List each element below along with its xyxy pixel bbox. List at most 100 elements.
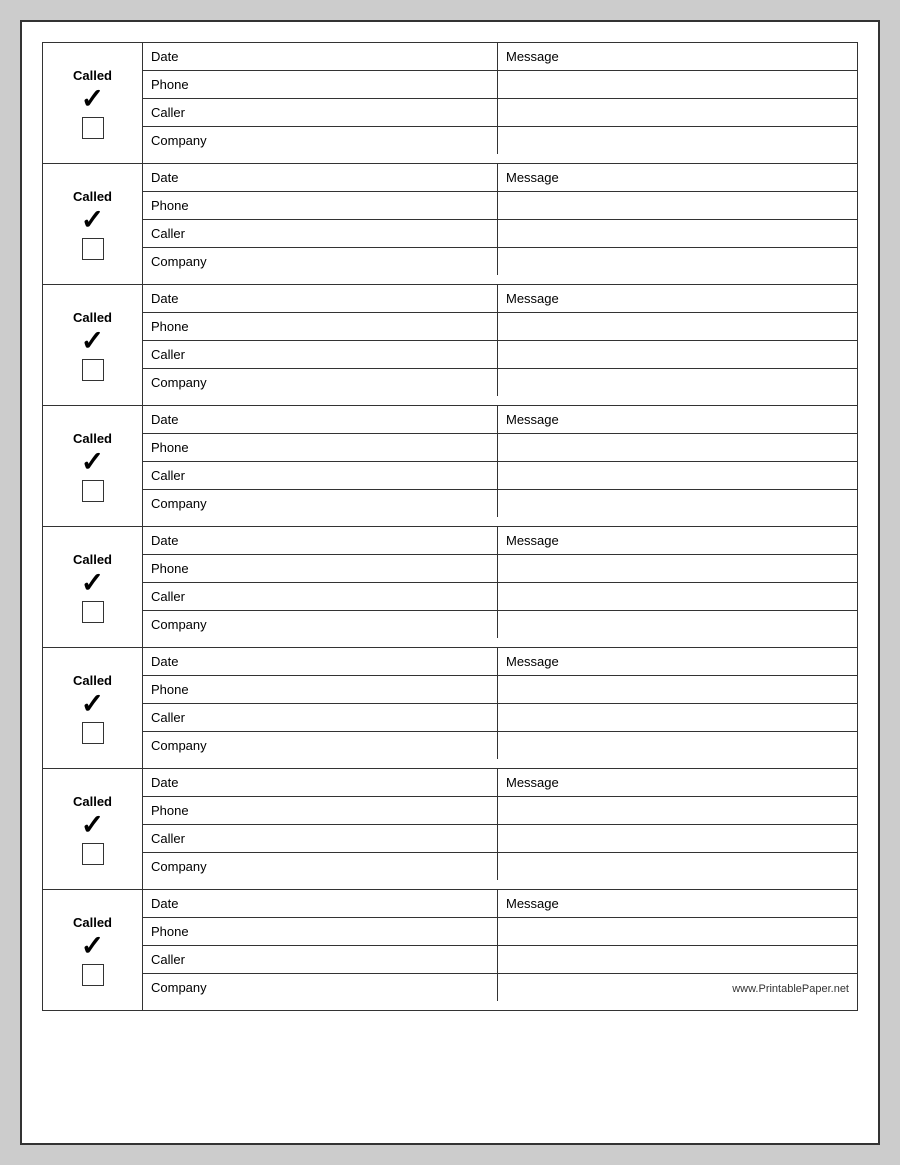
caller-label-1: Caller	[143, 220, 498, 247]
message-label-0: Message	[498, 43, 857, 70]
checkbox-1[interactable]	[82, 238, 104, 260]
date-message-row-6: Date Message	[143, 769, 857, 797]
checkbox-0[interactable]	[82, 117, 104, 139]
called-label-7: Called	[73, 915, 112, 930]
checkmark-0: ✓	[81, 85, 104, 113]
caller-row-1: Caller	[143, 220, 857, 248]
checkmark-2: ✓	[81, 327, 104, 355]
phone-value-5	[498, 676, 857, 703]
caller-row-3: Caller	[143, 462, 857, 490]
date-label-2: Date	[143, 285, 498, 312]
phone-value-0	[498, 71, 857, 98]
caller-label-4: Caller	[143, 583, 498, 610]
message-label-2: Message	[498, 285, 857, 312]
caller-value-2	[498, 341, 857, 368]
company-value-1	[498, 248, 857, 275]
company-label-0: Company	[143, 127, 498, 154]
phone-label-0: Phone	[143, 71, 498, 98]
caller-value-5	[498, 704, 857, 731]
record-block-6: Called ✓ Date Message Phone Caller	[43, 769, 857, 890]
caller-label-2: Caller	[143, 341, 498, 368]
form-container: Called ✓ Date Message Phone Caller	[42, 42, 858, 1011]
right-panel-3: Date Message Phone Caller Company	[143, 406, 857, 526]
checkbox-2[interactable]	[82, 359, 104, 381]
phone-label-7: Phone	[143, 918, 498, 945]
right-panel-0: Date Message Phone Caller Company	[143, 43, 857, 163]
right-panel-5: Date Message Phone Caller Company	[143, 648, 857, 768]
watermark: www.PrintablePaper.net	[732, 983, 849, 995]
date-message-row-1: Date Message	[143, 164, 857, 192]
phone-label-2: Phone	[143, 313, 498, 340]
called-label-3: Called	[73, 431, 112, 446]
date-message-row-3: Date Message	[143, 406, 857, 434]
checkbox-5[interactable]	[82, 722, 104, 744]
left-panel-4: Called ✓	[43, 527, 143, 647]
company-value-5	[498, 732, 857, 759]
company-row-5: Company	[143, 732, 857, 759]
company-row-0: Company	[143, 127, 857, 154]
left-panel-3: Called ✓	[43, 406, 143, 526]
date-label-6: Date	[143, 769, 498, 796]
checkbox-7[interactable]	[82, 964, 104, 986]
checkbox-3[interactable]	[82, 480, 104, 502]
phone-value-4	[498, 555, 857, 582]
right-panel-4: Date Message Phone Caller Company	[143, 527, 857, 647]
date-label-1: Date	[143, 164, 498, 191]
phone-row-5: Phone	[143, 676, 857, 704]
phone-row-6: Phone	[143, 797, 857, 825]
record-block-2: Called ✓ Date Message Phone Caller	[43, 285, 857, 406]
called-label-4: Called	[73, 552, 112, 567]
caller-row-6: Caller	[143, 825, 857, 853]
record-block-3: Called ✓ Date Message Phone Caller	[43, 406, 857, 527]
caller-row-2: Caller	[143, 341, 857, 369]
date-label-0: Date	[143, 43, 498, 70]
called-label-5: Called	[73, 673, 112, 688]
checkmark-6: ✓	[81, 811, 104, 839]
checkmark-1: ✓	[81, 206, 104, 234]
caller-value-3	[498, 462, 857, 489]
date-message-row-7: Date Message	[143, 890, 857, 918]
called-label-2: Called	[73, 310, 112, 325]
caller-value-6	[498, 825, 857, 852]
message-label-1: Message	[498, 164, 857, 191]
company-value-3	[498, 490, 857, 517]
caller-row-5: Caller	[143, 704, 857, 732]
record-block-0: Called ✓ Date Message Phone Caller	[43, 43, 857, 164]
phone-label-4: Phone	[143, 555, 498, 582]
phone-value-7	[498, 918, 857, 945]
company-row-7: Company www.PrintablePaper.net	[143, 974, 857, 1001]
phone-row-4: Phone	[143, 555, 857, 583]
phone-row-3: Phone	[143, 434, 857, 462]
company-label-6: Company	[143, 853, 498, 880]
phone-value-2	[498, 313, 857, 340]
date-message-row-2: Date Message	[143, 285, 857, 313]
phone-value-6	[498, 797, 857, 824]
right-panel-6: Date Message Phone Caller Company	[143, 769, 857, 889]
page: Called ✓ Date Message Phone Caller	[20, 20, 880, 1145]
caller-label-5: Caller	[143, 704, 498, 731]
company-row-2: Company	[143, 369, 857, 396]
left-panel-5: Called ✓	[43, 648, 143, 768]
company-row-6: Company	[143, 853, 857, 880]
phone-label-5: Phone	[143, 676, 498, 703]
phone-value-1	[498, 192, 857, 219]
message-label-5: Message	[498, 648, 857, 675]
checkbox-4[interactable]	[82, 601, 104, 623]
checkbox-6[interactable]	[82, 843, 104, 865]
right-panel-2: Date Message Phone Caller Company	[143, 285, 857, 405]
record-block-5: Called ✓ Date Message Phone Caller	[43, 648, 857, 769]
caller-label-6: Caller	[143, 825, 498, 852]
date-label-5: Date	[143, 648, 498, 675]
date-message-row-4: Date Message	[143, 527, 857, 555]
checkmark-4: ✓	[81, 569, 104, 597]
caller-label-0: Caller	[143, 99, 498, 126]
caller-value-0	[498, 99, 857, 126]
left-panel-0: Called ✓	[43, 43, 143, 163]
right-panel-7: Date Message Phone Caller Company www.Pr…	[143, 890, 857, 1010]
left-panel-6: Called ✓	[43, 769, 143, 889]
date-message-row-5: Date Message	[143, 648, 857, 676]
record-block-1: Called ✓ Date Message Phone Caller	[43, 164, 857, 285]
caller-label-3: Caller	[143, 462, 498, 489]
phone-label-6: Phone	[143, 797, 498, 824]
company-row-3: Company	[143, 490, 857, 517]
